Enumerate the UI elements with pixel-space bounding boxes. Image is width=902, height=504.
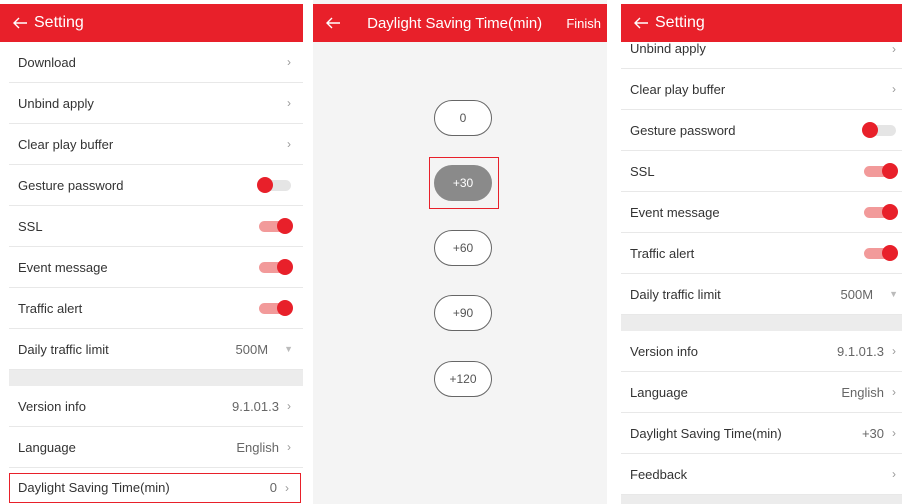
row-label: SSL xyxy=(630,163,655,179)
chevron-right-icon: › xyxy=(287,55,291,69)
dst-value: 0 xyxy=(269,480,277,495)
gesture-password-toggle[interactable] xyxy=(257,176,293,194)
row-label: Traffic alert xyxy=(630,245,695,261)
chevron-right-icon: › xyxy=(892,82,896,96)
row-gesture-password: Gesture password xyxy=(621,110,902,151)
settings-list: Unbind apply › Clear play buffer › Gestu… xyxy=(621,29,902,504)
back-arrow-icon[interactable] xyxy=(0,15,34,31)
gesture-password-toggle[interactable] xyxy=(862,121,898,139)
traffic-limit-value: 500M xyxy=(840,286,874,302)
event-message-toggle[interactable] xyxy=(257,258,293,276)
dst-option-90[interactable]: +90 xyxy=(434,295,492,331)
row-label: Traffic alert xyxy=(18,300,83,316)
chevron-right-icon: › xyxy=(287,440,291,454)
language-value: English xyxy=(841,384,884,400)
row-label: SSL xyxy=(18,218,43,234)
row-event-message: Event message xyxy=(9,247,303,288)
row-unbind-apply[interactable]: Unbind apply › xyxy=(9,83,303,124)
row-daylight-saving-time[interactable]: Daylight Saving Time(min) +30 › xyxy=(621,413,902,454)
row-daylight-saving-time[interactable]: Daylight Saving Time(min) 0 › xyxy=(9,473,301,503)
row-label: Feedback xyxy=(630,466,688,482)
chevron-right-icon: › xyxy=(287,399,291,413)
page-title: Setting xyxy=(34,14,84,31)
settings-panel-2: Setting Unbind apply › Clear play buffer… xyxy=(621,0,902,504)
page-title: Daylight Saving Time(min) xyxy=(367,14,543,32)
row-version-info[interactable]: Version info 9.1.01.3 › xyxy=(9,386,303,427)
row-label: Gesture password xyxy=(18,177,124,193)
dst-option-60[interactable]: +60 xyxy=(434,230,492,266)
dst-picker-panel: Daylight Saving Time(min) Finish 0 +30 +… xyxy=(313,0,607,504)
row-label: Version info xyxy=(18,398,86,414)
title-bar-overlay: Setting xyxy=(621,4,902,42)
title-bar: Daylight Saving Time(min) Finish xyxy=(313,4,607,42)
dst-option-30[interactable]: +30 xyxy=(434,165,492,201)
row-download[interactable]: Download › xyxy=(9,42,303,83)
chevron-right-icon: › xyxy=(285,480,289,495)
row-label: Version info xyxy=(630,343,698,359)
row-traffic-alert: Traffic alert xyxy=(621,233,902,274)
page-title: Setting xyxy=(655,14,705,31)
chevron-right-icon: › xyxy=(892,41,896,56)
section-divider xyxy=(621,315,902,331)
section-divider xyxy=(9,370,303,386)
traffic-limit-value: 500M xyxy=(235,341,269,357)
dst-option-120[interactable]: +120 xyxy=(434,361,492,397)
version-value: 9.1.01.3 xyxy=(232,398,279,414)
ssl-toggle[interactable] xyxy=(257,217,293,235)
chevron-right-icon: › xyxy=(892,426,896,440)
row-language[interactable]: Language English › xyxy=(621,372,902,413)
row-version-info[interactable]: Version info 9.1.01.3 › xyxy=(621,331,902,372)
title-bar: Setting xyxy=(0,4,303,42)
row-clear-play-buffer[interactable]: Clear play buffer › xyxy=(621,69,902,110)
chevron-right-icon: › xyxy=(892,344,896,358)
dst-value: +30 xyxy=(861,425,884,441)
row-label: Daily traffic limit xyxy=(630,286,721,302)
version-value: 9.1.01.3 xyxy=(837,343,884,359)
row-label: Daily traffic limit xyxy=(18,341,109,357)
row-gesture-password: Gesture password xyxy=(9,165,303,206)
back-arrow-icon[interactable] xyxy=(313,15,347,31)
row-label: Daylight Saving Time(min) xyxy=(630,425,782,441)
row-label: Event message xyxy=(630,204,720,220)
row-label: Language xyxy=(630,384,688,400)
row-daily-traffic-limit[interactable]: Daily traffic limit 500M ▼ xyxy=(621,274,902,315)
dropdown-caret-icon: ▼ xyxy=(284,344,293,354)
row-label: Clear play buffer xyxy=(630,81,726,97)
row-label: Unbind apply xyxy=(18,95,94,111)
row-label: Download xyxy=(18,54,76,70)
traffic-alert-toggle[interactable] xyxy=(862,244,898,262)
language-value: English xyxy=(236,439,279,455)
dst-option-0[interactable]: 0 xyxy=(434,100,492,136)
traffic-alert-toggle[interactable] xyxy=(257,299,293,317)
row-feedback[interactable]: Feedback › xyxy=(621,454,902,495)
settings-list: Download › Unbind apply › Clear play buf… xyxy=(9,42,303,503)
row-traffic-alert: Traffic alert xyxy=(9,288,303,329)
row-label: Clear play buffer xyxy=(18,136,114,152)
section-divider xyxy=(621,495,902,504)
chevron-right-icon: › xyxy=(892,385,896,399)
row-label: Unbind apply xyxy=(630,41,706,56)
dropdown-caret-icon: ▼ xyxy=(889,289,898,299)
row-label: Gesture password xyxy=(630,122,736,138)
finish-button[interactable]: Finish xyxy=(566,16,607,31)
row-label: Event message xyxy=(18,259,108,275)
row-ssl: SSL xyxy=(9,206,303,247)
row-event-message: Event message xyxy=(621,192,902,233)
row-language[interactable]: Language English › xyxy=(9,427,303,468)
row-label: Daylight Saving Time(min) xyxy=(18,480,170,495)
chevron-right-icon: › xyxy=(287,137,291,151)
row-label: Language xyxy=(18,439,76,455)
settings-panel-1: Setting Download › Unbind apply › Clear … xyxy=(0,0,303,504)
ssl-toggle[interactable] xyxy=(862,162,898,180)
chevron-right-icon: › xyxy=(892,467,896,481)
row-ssl: SSL xyxy=(621,151,902,192)
chevron-right-icon: › xyxy=(287,96,291,110)
back-arrow-icon[interactable] xyxy=(621,15,655,31)
event-message-toggle[interactable] xyxy=(862,203,898,221)
row-clear-play-buffer[interactable]: Clear play buffer › xyxy=(9,124,303,165)
row-daily-traffic-limit[interactable]: Daily traffic limit 500M ▼ xyxy=(9,329,303,370)
